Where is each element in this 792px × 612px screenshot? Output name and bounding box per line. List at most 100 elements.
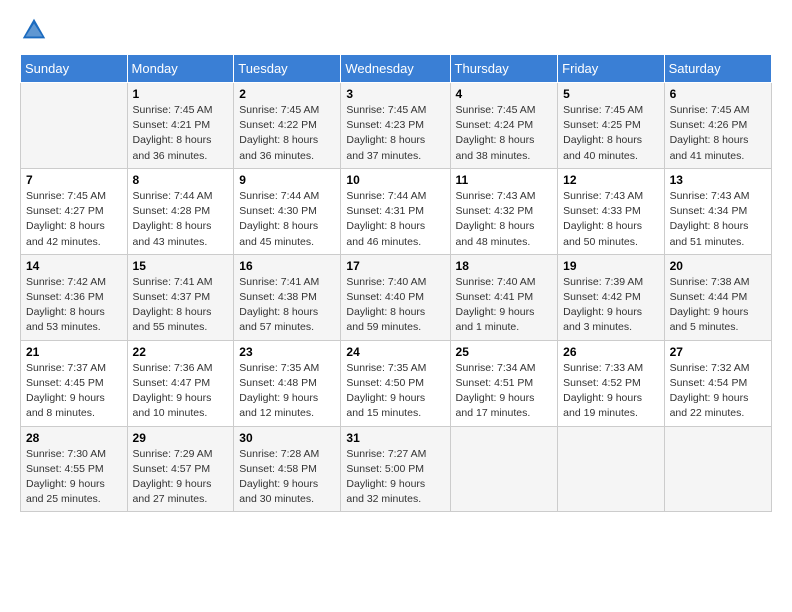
day-info: Sunrise: 7:32 AM Sunset: 4:54 PM Dayligh…	[670, 361, 766, 422]
weekday-header: Saturday	[664, 55, 771, 83]
calendar-cell: 1Sunrise: 7:45 AM Sunset: 4:21 PM Daylig…	[127, 83, 234, 169]
day-info: Sunrise: 7:27 AM Sunset: 5:00 PM Dayligh…	[346, 447, 444, 508]
day-number: 17	[346, 259, 444, 273]
day-number: 7	[26, 173, 122, 187]
calendar-cell: 14Sunrise: 7:42 AM Sunset: 4:36 PM Dayli…	[21, 254, 128, 340]
day-number: 13	[670, 173, 766, 187]
calendar-cell: 20 Sunrise: 7:38 AM Sunset: 4:44 PM Dayli…	[664, 254, 771, 340]
day-number: 20	[670, 259, 766, 273]
calendar-week-row: 28Sunrise: 7:30 AM Sunset: 4:55 PM Dayli…	[21, 426, 772, 512]
calendar-cell: 11 Sunrise: 7:43 AM Sunset: 4:32 PM Dayli…	[450, 168, 558, 254]
calendar-cell	[558, 426, 664, 512]
day-number: 3	[346, 87, 444, 101]
day-info: Sunrise: 7:43 AM Sunset: 4:34 PM Dayligh…	[670, 189, 766, 250]
calendar-cell: 22 Sunrise: 7:36 AM Sunset: 4:47 PM Dayli…	[127, 340, 234, 426]
calendar-cell	[664, 426, 771, 512]
header	[20, 16, 772, 44]
day-info: Sunrise: 7:45 AM Sunset: 4:25 PM Dayligh…	[563, 103, 658, 164]
weekday-header: Thursday	[450, 55, 558, 83]
day-number: 25	[456, 345, 553, 359]
day-number: 28	[26, 431, 122, 445]
calendar-cell: 5 Sunrise: 7:45 AM Sunset: 4:25 PM Daylig…	[558, 83, 664, 169]
calendar-cell: 9 Sunrise: 7:44 AM Sunset: 4:30 PM Daylig…	[234, 168, 341, 254]
day-number: 23	[239, 345, 335, 359]
day-number: 6	[670, 87, 766, 101]
day-info: Sunrise: 7:43 AM Sunset: 4:32 PM Dayligh…	[456, 189, 553, 250]
calendar-cell: 23 Sunrise: 7:35 AM Sunset: 4:48 PM Dayli…	[234, 340, 341, 426]
day-info: Sunrise: 7:36 AM Sunset: 4:47 PM Dayligh…	[133, 361, 229, 422]
day-number: 10	[346, 173, 444, 187]
calendar-cell: 31 Sunrise: 7:27 AM Sunset: 5:00 PM Dayli…	[341, 426, 450, 512]
day-number: 31	[346, 431, 444, 445]
day-info: Sunrise: 7:37 AM Sunset: 4:45 PM Dayligh…	[26, 361, 122, 422]
day-info: Sunrise: 7:38 AM Sunset: 4:44 PM Dayligh…	[670, 275, 766, 336]
day-info: Sunrise: 7:29 AM Sunset: 4:57 PM Dayligh…	[133, 447, 229, 508]
day-number: 21	[26, 345, 122, 359]
weekday-header: Sunday	[21, 55, 128, 83]
calendar-cell: 12Sunrise: 7:43 AM Sunset: 4:33 PM Dayli…	[558, 168, 664, 254]
day-info: Sunrise: 7:35 AM Sunset: 4:48 PM Dayligh…	[239, 361, 335, 422]
day-info: Sunrise: 7:45 AM Sunset: 4:27 PM Dayligh…	[26, 189, 122, 250]
weekday-header: Monday	[127, 55, 234, 83]
day-number: 9	[239, 173, 335, 187]
calendar-cell: 25 Sunrise: 7:34 AM Sunset: 4:51 PM Dayli…	[450, 340, 558, 426]
day-number: 11	[456, 173, 553, 187]
day-info: Sunrise: 7:45 AM Sunset: 4:23 PM Dayligh…	[346, 103, 444, 164]
weekday-header: Tuesday	[234, 55, 341, 83]
logo	[20, 16, 50, 44]
day-number: 26	[563, 345, 658, 359]
calendar-cell: 29 Sunrise: 7:29 AM Sunset: 4:57 PM Dayli…	[127, 426, 234, 512]
calendar-week-row: 7 Sunrise: 7:45 AM Sunset: 4:27 PM Daylig…	[21, 168, 772, 254]
logo-icon	[20, 16, 48, 44]
calendar-cell: 4Sunrise: 7:45 AM Sunset: 4:24 PM Daylig…	[450, 83, 558, 169]
day-info: Sunrise: 7:41 AM Sunset: 4:38 PM Dayligh…	[239, 275, 335, 336]
calendar-cell: 26 Sunrise: 7:33 AM Sunset: 4:52 PM Dayli…	[558, 340, 664, 426]
day-info: Sunrise: 7:33 AM Sunset: 4:52 PM Dayligh…	[563, 361, 658, 422]
day-number: 15	[133, 259, 229, 273]
calendar-cell: 19Sunrise: 7:39 AM Sunset: 4:42 PM Dayli…	[558, 254, 664, 340]
calendar-cell: 16Sunrise: 7:41 AM Sunset: 4:38 PM Dayli…	[234, 254, 341, 340]
day-info: Sunrise: 7:34 AM Sunset: 4:51 PM Dayligh…	[456, 361, 553, 422]
calendar-cell	[450, 426, 558, 512]
day-number: 18	[456, 259, 553, 273]
day-info: Sunrise: 7:44 AM Sunset: 4:30 PM Dayligh…	[239, 189, 335, 250]
day-info: Sunrise: 7:44 AM Sunset: 4:31 PM Dayligh…	[346, 189, 444, 250]
header-row: SundayMondayTuesdayWednesdayThursdayFrid…	[21, 55, 772, 83]
calendar-cell: 7 Sunrise: 7:45 AM Sunset: 4:27 PM Daylig…	[21, 168, 128, 254]
day-info: Sunrise: 7:45 AM Sunset: 4:24 PM Dayligh…	[456, 103, 553, 164]
calendar-cell: 17 Sunrise: 7:40 AM Sunset: 4:40 PM Dayli…	[341, 254, 450, 340]
calendar-table: SundayMondayTuesdayWednesdayThursdayFrid…	[20, 54, 772, 512]
day-info: Sunrise: 7:35 AM Sunset: 4:50 PM Dayligh…	[346, 361, 444, 422]
calendar-cell: 10 Sunrise: 7:44 AM Sunset: 4:31 PM Dayli…	[341, 168, 450, 254]
day-info: Sunrise: 7:40 AM Sunset: 4:40 PM Dayligh…	[346, 275, 444, 336]
calendar-cell: 21 Sunrise: 7:37 AM Sunset: 4:45 PM Dayli…	[21, 340, 128, 426]
day-number: 5	[563, 87, 658, 101]
day-number: 22	[133, 345, 229, 359]
day-number: 24	[346, 345, 444, 359]
calendar-cell: 24 Sunrise: 7:35 AM Sunset: 4:50 PM Dayli…	[341, 340, 450, 426]
weekday-header: Friday	[558, 55, 664, 83]
calendar-cell: 13 Sunrise: 7:43 AM Sunset: 4:34 PM Dayli…	[664, 168, 771, 254]
day-number: 30	[239, 431, 335, 445]
weekday-header: Wednesday	[341, 55, 450, 83]
calendar-cell: 6 Sunrise: 7:45 AM Sunset: 4:26 PM Daylig…	[664, 83, 771, 169]
calendar-cell: 28Sunrise: 7:30 AM Sunset: 4:55 PM Dayli…	[21, 426, 128, 512]
day-number: 19	[563, 259, 658, 273]
day-info: Sunrise: 7:28 AM Sunset: 4:58 PM Dayligh…	[239, 447, 335, 508]
day-number: 2	[239, 87, 335, 101]
day-info: Sunrise: 7:42 AM Sunset: 4:36 PM Dayligh…	[26, 275, 122, 336]
calendar-cell	[21, 83, 128, 169]
day-number: 27	[670, 345, 766, 359]
day-info: Sunrise: 7:45 AM Sunset: 4:22 PM Dayligh…	[239, 103, 335, 164]
page: SundayMondayTuesdayWednesdayThursdayFrid…	[0, 0, 792, 612]
day-number: 8	[133, 173, 229, 187]
calendar-cell: 3 Sunrise: 7:45 AM Sunset: 4:23 PM Daylig…	[341, 83, 450, 169]
calendar-week-row: 14Sunrise: 7:42 AM Sunset: 4:36 PM Dayli…	[21, 254, 772, 340]
calendar-cell: 30 Sunrise: 7:28 AM Sunset: 4:58 PM Dayli…	[234, 426, 341, 512]
day-number: 29	[133, 431, 229, 445]
day-number: 12	[563, 173, 658, 187]
calendar-week-row: 21 Sunrise: 7:37 AM Sunset: 4:45 PM Dayli…	[21, 340, 772, 426]
calendar-cell: 8 Sunrise: 7:44 AM Sunset: 4:28 PM Daylig…	[127, 168, 234, 254]
day-info: Sunrise: 7:44 AM Sunset: 4:28 PM Dayligh…	[133, 189, 229, 250]
day-info: Sunrise: 7:45 AM Sunset: 4:26 PM Dayligh…	[670, 103, 766, 164]
